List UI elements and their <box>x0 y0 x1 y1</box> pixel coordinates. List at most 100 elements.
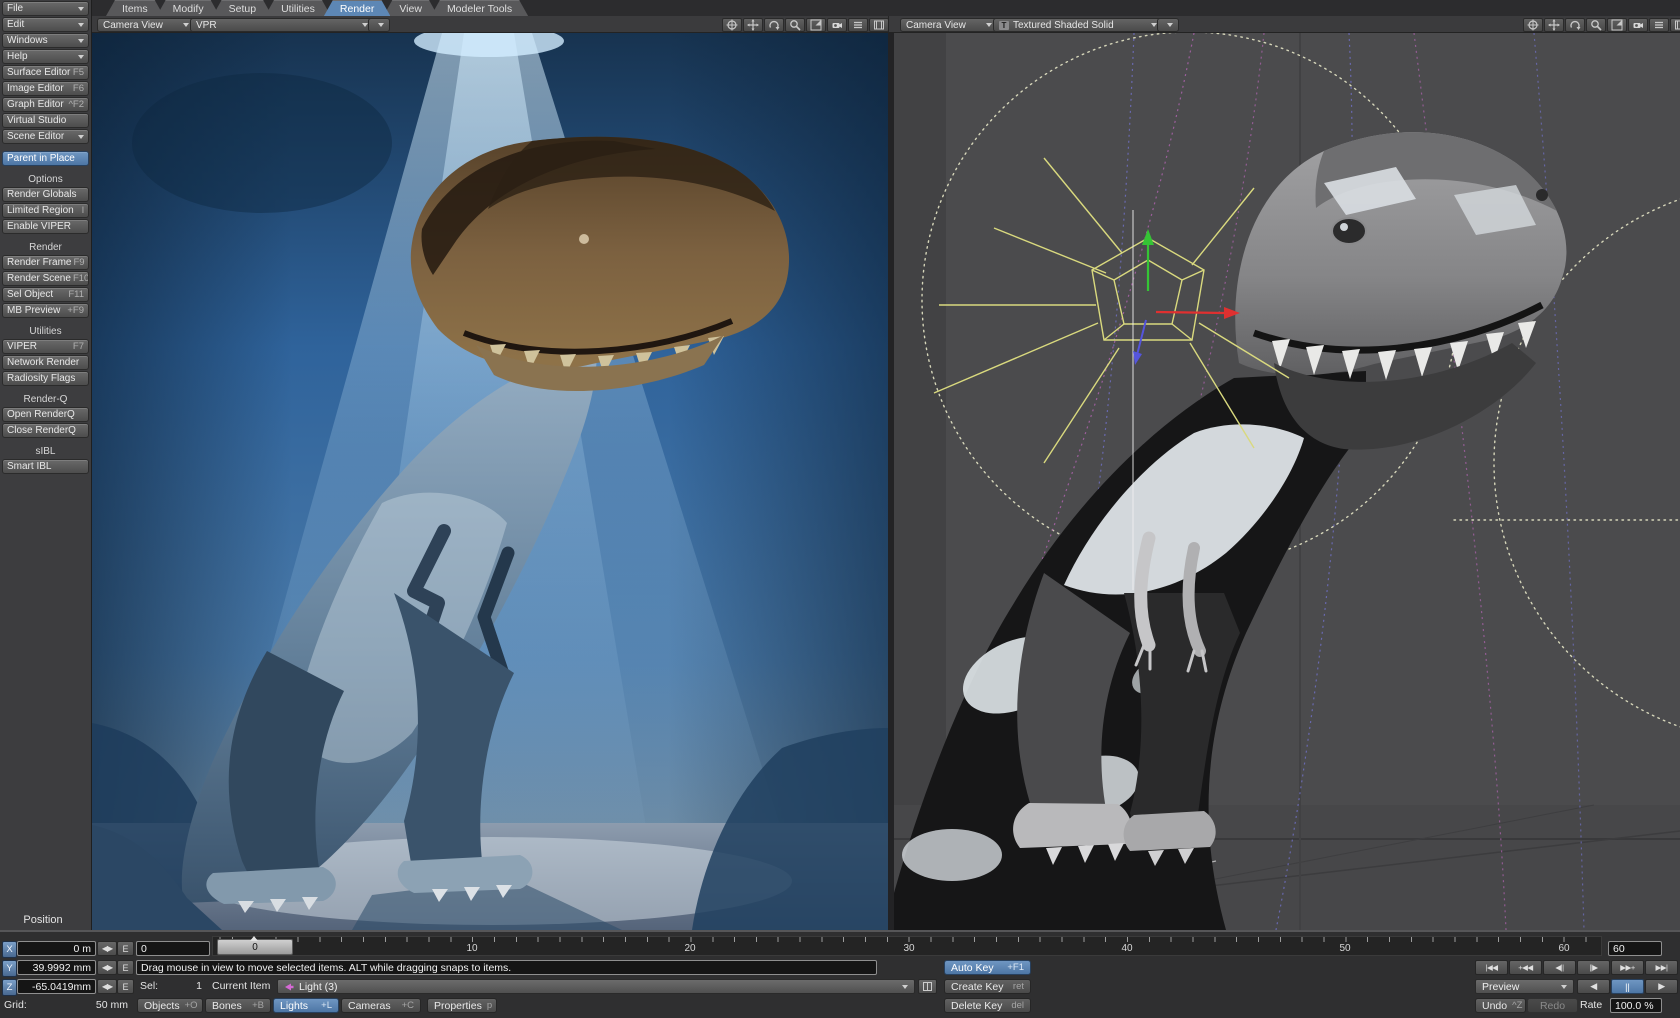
enable-viper-button[interactable]: Enable VIPER <box>2 219 89 234</box>
frame-slider-handle[interactable]: 0 <box>217 939 293 955</box>
tab-modify[interactable]: Modify <box>157 0 220 16</box>
y-envelope-button[interactable]: E <box>117 960 134 975</box>
properties-button[interactable]: Propertiesp <box>427 998 497 1013</box>
rate-field[interactable]: 100.0 % <box>1610 998 1662 1013</box>
delete-key-button[interactable]: Delete Keydel <box>944 998 1031 1013</box>
step-back-button[interactable]: ◀|| <box>1543 960 1576 975</box>
open-renderq-button[interactable]: Open RenderQ <box>2 407 89 422</box>
create-key-button[interactable]: Create Keyret <box>944 979 1031 994</box>
graph-editor-button[interactable]: Graph Editor^F2 <box>2 97 89 112</box>
preview-select[interactable]: Preview <box>1475 979 1574 994</box>
y-axis-button[interactable]: Y <box>2 960 17 977</box>
dope-sheet-button[interactable] <box>918 979 937 994</box>
left-render-mode-select[interactable]: VPR <box>190 18 374 32</box>
camera-icon[interactable] <box>1628 18 1648 32</box>
pause-button[interactable]: || <box>1611 979 1644 994</box>
tab-utilities[interactable]: Utilities <box>265 0 331 16</box>
play-reverse-button[interactable]: ◀ <box>1577 979 1610 994</box>
maximize-icon[interactable] <box>1607 18 1627 32</box>
auto-key-button[interactable]: Auto Key+F1 <box>944 960 1031 975</box>
surface-editor-button[interactable]: Surface EditorF5 <box>2 65 89 80</box>
select-objects-button[interactable]: Objects+O <box>137 998 203 1013</box>
move-icon[interactable] <box>1544 18 1564 32</box>
camera-icon[interactable] <box>827 18 847 32</box>
undo-button[interactable]: Undo^Z <box>1475 998 1526 1013</box>
zoom-icon[interactable] <box>785 18 805 32</box>
mb-preview-button[interactable]: MB Preview+F9 <box>2 303 89 318</box>
virtual-studio-button[interactable]: Virtual Studio <box>2 113 89 128</box>
step-forward-button[interactable]: ||▶ <box>1577 960 1610 975</box>
chevron-down-icon <box>78 7 84 11</box>
render-frame-button[interactable]: Render FrameF9 <box>2 255 89 270</box>
left-view-type-select[interactable]: Camera View <box>97 18 195 32</box>
play-forward-button[interactable]: ▶ <box>1645 979 1678 994</box>
rotate-icon[interactable] <box>764 18 784 32</box>
sel-object-button[interactable]: Sel ObjectF11 <box>2 287 89 302</box>
menu-file[interactable]: File <box>2 1 89 16</box>
left-viewport-vpr-render[interactable] <box>92 33 888 930</box>
grid-value: 50 mm <box>40 997 128 1012</box>
right-viewport-menu-select[interactable] <box>1157 18 1179 32</box>
x-nudge-stepper[interactable]: ◀▶ <box>97 941 117 956</box>
maximize-icon[interactable] <box>806 18 826 32</box>
current-item-select[interactable]: Light (3) <box>277 979 915 994</box>
tick-label: 40 <box>1112 943 1142 954</box>
left-viewport-menu-select[interactable] <box>368 18 390 32</box>
move-icon[interactable] <box>743 18 763 32</box>
z-axis-button[interactable]: Z <box>2 979 17 996</box>
z-nudge-stepper[interactable]: ◀▶ <box>97 979 117 994</box>
previous-key-button[interactable]: +◀◀ <box>1509 960 1542 975</box>
right-render-mode-select[interactable]: TTextured Shaded Solid <box>993 18 1163 32</box>
parent-in-place-button[interactable]: Parent in Place <box>2 151 89 166</box>
tab-modeler-tools[interactable]: Modeler Tools <box>431 0 528 16</box>
tab-view[interactable]: View <box>383 0 438 16</box>
select-bones-button[interactable]: Bones+B <box>205 998 271 1013</box>
viper-button[interactable]: VIPERF7 <box>2 339 89 354</box>
timeline-ruler[interactable]: 10 20 30 40 50 60 0 <box>212 936 1602 956</box>
x-envelope-button[interactable]: E <box>117 941 134 956</box>
menu-windows[interactable]: Windows <box>2 33 89 48</box>
tab-render[interactable]: Render <box>324 0 390 16</box>
menu-edit[interactable]: Edit <box>2 17 89 32</box>
x-axis-button[interactable]: X <box>2 941 17 958</box>
render-scene-button[interactable]: Render SceneF10 <box>2 271 89 286</box>
select-lights-button[interactable]: Lights+L <box>273 998 339 1013</box>
redo-button[interactable]: Redo <box>1527 998 1578 1013</box>
image-editor-button[interactable]: Image EditorF6 <box>2 81 89 96</box>
chevron-down-icon <box>1561 985 1567 989</box>
right-view-type-select[interactable]: Camera View <box>900 18 998 32</box>
tab-setup[interactable]: Setup <box>213 0 272 16</box>
frame-icon[interactable] <box>1670 18 1680 32</box>
render-globals-button[interactable]: Render Globals <box>2 187 89 202</box>
tick-label: 20 <box>675 943 705 954</box>
menu-icon[interactable] <box>848 18 868 32</box>
end-frame-field[interactable]: 60 <box>1608 941 1662 956</box>
right-viewport-opengl[interactable] <box>894 33 1680 930</box>
menu-icon[interactable] <box>1649 18 1669 32</box>
menu-help[interactable]: Help <box>2 49 89 64</box>
current-frame-field[interactable]: 0 <box>136 941 210 956</box>
pan-icon[interactable] <box>722 18 742 32</box>
frame-icon[interactable] <box>869 18 889 32</box>
section-title-sibl: sIBL <box>0 446 91 457</box>
next-key-button[interactable]: ▶▶+ <box>1611 960 1644 975</box>
y-nudge-stepper[interactable]: ◀▶ <box>97 960 117 975</box>
tab-items[interactable]: Items <box>106 0 164 16</box>
go-to-end-button[interactable]: ▶▶| <box>1645 960 1678 975</box>
close-renderq-button[interactable]: Close RenderQ <box>2 423 89 438</box>
z-envelope-button[interactable]: E <box>117 979 134 994</box>
rotate-icon[interactable] <box>1565 18 1585 32</box>
pan-icon[interactable] <box>1523 18 1543 32</box>
radiosity-flags-button[interactable]: Radiosity Flags <box>2 371 89 386</box>
network-render-button[interactable]: Network Render <box>2 355 89 370</box>
x-position-field[interactable]: 0 m <box>17 941 96 956</box>
zoom-icon[interactable] <box>1586 18 1606 32</box>
scene-editor-button[interactable]: Scene Editor <box>2 129 89 144</box>
smart-ibl-button[interactable]: Smart IBL <box>2 459 89 474</box>
go-to-start-button[interactable]: |◀◀ <box>1475 960 1508 975</box>
z-position-field[interactable]: -65.0419mm <box>17 979 96 994</box>
select-cameras-button[interactable]: Cameras+C <box>341 998 421 1013</box>
frame-marker-icon <box>250 936 258 941</box>
y-position-field[interactable]: 39.9992 mm <box>17 960 96 975</box>
limited-region-button[interactable]: Limited Regionl <box>2 203 89 218</box>
